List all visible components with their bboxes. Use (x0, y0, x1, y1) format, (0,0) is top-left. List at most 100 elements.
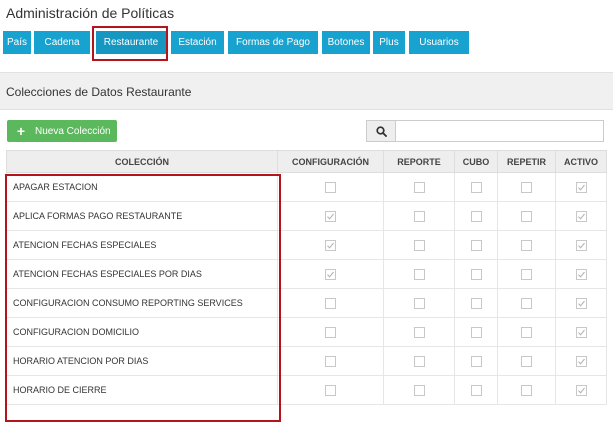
tab-botones[interactable]: Botones (322, 31, 370, 54)
cubo-checkbox[interactable] (470, 355, 482, 367)
cubo-cell (454, 259, 498, 289)
repetir-cell (497, 172, 556, 202)
reporte-cell (383, 375, 455, 405)
collections-table: COLECCIÓN CONFIGURACIÓN REPORTE CUBO REP… (6, 150, 607, 405)
collection-name: HORARIO DE CIERRE (6, 375, 278, 405)
column-header-activo[interactable]: ACTIVO (555, 150, 607, 173)
page-title: Administración de Políticas (6, 5, 175, 21)
reporte-checkbox[interactable] (413, 239, 425, 251)
table-header-row: COLECCIÓN CONFIGURACIÓN REPORTE CUBO REP… (6, 150, 607, 173)
tab-formas-de-pago[interactable]: Formas de Pago (228, 31, 318, 54)
checkmark-icon (327, 213, 334, 220)
configuracion-cell (277, 346, 384, 376)
table-row[interactable]: APAGAR ESTACION (6, 172, 607, 202)
reporte-checkbox[interactable] (413, 384, 425, 396)
activo-cell (555, 288, 607, 318)
activo-checkbox[interactable] (575, 326, 587, 338)
column-header-configuracion[interactable]: CONFIGURACIÓN (277, 150, 384, 173)
repetir-cell (497, 346, 556, 376)
tab-plus[interactable]: Plus (373, 31, 405, 54)
table-row[interactable]: HORARIO DE CIERRE (6, 375, 607, 405)
checkmark-icon (577, 387, 585, 394)
repetir-checkbox[interactable] (521, 239, 532, 251)
activo-checkbox[interactable] (575, 181, 587, 193)
repetir-checkbox[interactable] (521, 210, 532, 222)
reporte-cell (383, 230, 455, 260)
tab-restaurante[interactable]: Restaurante (96, 31, 166, 54)
configuracion-checkbox[interactable] (325, 355, 336, 367)
activo-checkbox[interactable] (575, 210, 587, 222)
activo-checkbox[interactable] (575, 268, 587, 280)
reporte-checkbox[interactable] (413, 268, 425, 280)
configuracion-checkbox[interactable] (325, 239, 336, 251)
tab-estacion[interactable]: Estación (171, 31, 224, 54)
tab-usuarios[interactable]: Usuarios (409, 31, 469, 54)
reporte-checkbox[interactable] (413, 297, 425, 309)
table-row[interactable]: APLICA FORMAS PAGO RESTAURANTE (6, 201, 607, 231)
table-row[interactable]: CONFIGURACION CONSUMO REPORTING SERVICES (6, 288, 607, 318)
configuracion-checkbox[interactable] (325, 181, 336, 193)
collection-name: ATENCION FECHAS ESPECIALES POR DIAS (6, 259, 278, 289)
repetir-checkbox[interactable] (521, 181, 532, 193)
checkmark-icon (577, 329, 585, 336)
repetir-checkbox[interactable] (521, 268, 532, 280)
cubo-checkbox[interactable] (470, 210, 482, 222)
activo-checkbox[interactable] (575, 355, 587, 367)
activo-cell (555, 259, 607, 289)
column-header-cubo[interactable]: CUBO (454, 150, 498, 173)
table-row[interactable]: ATENCION FECHAS ESPECIALES POR DIAS (6, 259, 607, 289)
repetir-checkbox[interactable] (521, 384, 532, 396)
search-button[interactable] (366, 120, 396, 142)
table-row[interactable]: CONFIGURACION DOMICILIO (6, 317, 607, 347)
repetir-cell (497, 288, 556, 318)
repetir-checkbox[interactable] (521, 326, 532, 338)
configuracion-cell (277, 288, 384, 318)
search-input[interactable] (396, 120, 604, 142)
reporte-checkbox[interactable] (413, 355, 425, 367)
repetir-cell (497, 375, 556, 405)
cubo-cell (454, 172, 498, 202)
activo-cell (555, 230, 607, 260)
reporte-checkbox[interactable] (413, 326, 425, 338)
configuracion-cell (277, 375, 384, 405)
activo-cell (555, 172, 607, 202)
checkmark-icon (577, 271, 585, 278)
repetir-cell (497, 230, 556, 260)
activo-cell (555, 346, 607, 376)
repetir-checkbox[interactable] (521, 297, 532, 309)
activo-checkbox[interactable] (575, 239, 587, 251)
table-row[interactable]: ATENCION FECHAS ESPECIALES (6, 230, 607, 260)
collection-name: HORARIO ATENCION POR DIAS (6, 346, 278, 376)
reporte-cell (383, 201, 455, 231)
configuracion-checkbox[interactable] (325, 268, 336, 280)
column-header-coleccion[interactable]: COLECCIÓN (6, 150, 278, 173)
repetir-cell (497, 317, 556, 347)
cubo-checkbox[interactable] (470, 326, 482, 338)
activo-checkbox[interactable] (575, 297, 587, 309)
repetir-cell (497, 259, 556, 289)
tab-pais[interactable]: País (3, 31, 31, 54)
reporte-cell (383, 346, 455, 376)
cubo-checkbox[interactable] (470, 384, 482, 396)
cubo-checkbox[interactable] (470, 181, 482, 193)
cubo-checkbox[interactable] (470, 239, 482, 251)
configuracion-checkbox[interactable] (325, 326, 336, 338)
collection-name: CONFIGURACION CONSUMO REPORTING SERVICES (6, 288, 278, 318)
cubo-cell (454, 317, 498, 347)
configuracion-checkbox[interactable] (325, 384, 336, 396)
tab-cadena[interactable]: Cadena (34, 31, 90, 54)
section-header: Colecciones de Datos Restaurante (0, 72, 613, 110)
reporte-checkbox[interactable] (413, 210, 425, 222)
configuracion-checkbox[interactable] (325, 297, 336, 309)
column-header-repetir[interactable]: REPETIR (497, 150, 556, 173)
new-collection-label: Nueva Colección (35, 125, 111, 137)
configuracion-checkbox[interactable] (325, 210, 336, 222)
cubo-checkbox[interactable] (470, 268, 482, 280)
reporte-checkbox[interactable] (413, 181, 425, 193)
activo-checkbox[interactable] (575, 384, 587, 396)
repetir-checkbox[interactable] (521, 355, 532, 367)
column-header-reporte[interactable]: REPORTE (383, 150, 455, 173)
table-row[interactable]: HORARIO ATENCION POR DIAS (6, 346, 607, 376)
new-collection-button[interactable]: + Nueva Colección (7, 120, 117, 142)
cubo-checkbox[interactable] (470, 297, 482, 309)
